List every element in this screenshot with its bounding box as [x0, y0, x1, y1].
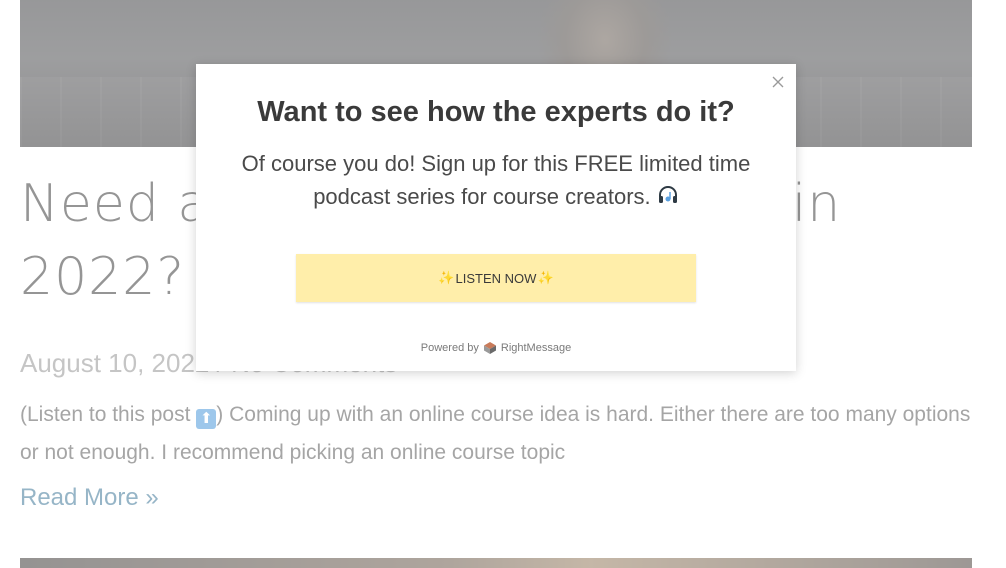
popup-modal: Want to see how the experts do it? Of co…	[196, 64, 796, 371]
powered-by[interactable]: Powered by RightMessage	[196, 341, 796, 355]
sparkle-icon: ✨	[537, 270, 554, 285]
listen-now-label: LISTEN NOW	[455, 270, 537, 286]
modal-body: Of course you do! Sign up for this FREE …	[216, 147, 776, 213]
rightmessage-logo-icon	[483, 341, 497, 355]
modal-heading: Want to see how the experts do it?	[257, 96, 735, 128]
listen-now-button[interactable]: ✨ LISTEN NOW ✨	[296, 254, 696, 302]
close-icon[interactable]	[768, 72, 788, 92]
brand-name: RightMessage	[500, 342, 572, 354]
headphones-icon	[657, 182, 679, 204]
powered-by-label: Powered by	[420, 342, 479, 354]
sparkle-icon: ✨	[438, 270, 455, 285]
